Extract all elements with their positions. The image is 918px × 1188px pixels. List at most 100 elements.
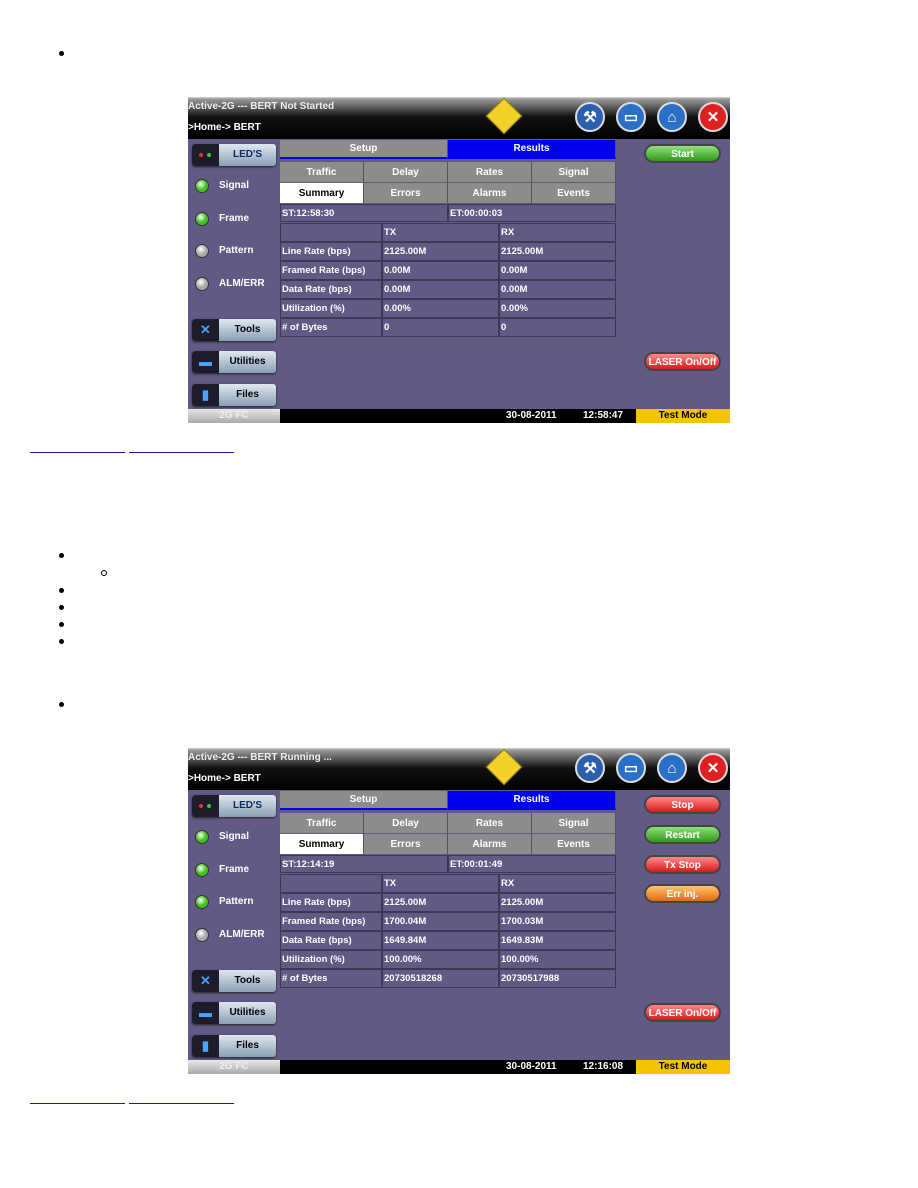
tab-setup[interactable]: Setup xyxy=(280,791,448,810)
table-cell: 0 xyxy=(499,318,616,337)
laser-on-off-button[interactable]: LASER On/Off xyxy=(644,352,721,371)
row-label: Data Rate (bps) xyxy=(280,280,382,299)
status-date: 30-08-2011 xyxy=(506,410,557,421)
led-alm-err xyxy=(195,276,209,291)
link[interactable] xyxy=(129,452,234,453)
utilities-button[interactable]: ▬ Utilities xyxy=(192,1002,276,1024)
tools-button[interactable]: ✕ Tools xyxy=(192,319,276,341)
table-cell: 20730518268 xyxy=(382,969,499,988)
test-mode-indicator: Test Mode xyxy=(636,1060,730,1074)
tool-icon[interactable]: ⚒ xyxy=(575,753,605,783)
led-label: Pattern xyxy=(219,896,254,907)
bullet xyxy=(59,605,64,610)
tools-label: Tools xyxy=(234,975,261,986)
tab-results[interactable]: Results xyxy=(448,140,616,159)
tab-events[interactable]: Events xyxy=(532,183,616,203)
tab-delay[interactable]: Delay xyxy=(364,162,448,182)
tab-results[interactable]: Results xyxy=(448,791,616,810)
restart-button[interactable]: Restart xyxy=(644,825,721,844)
tab-alarms[interactable]: Alarms xyxy=(448,183,532,203)
table-cell: 1700.04M xyxy=(382,912,499,931)
tab-delay[interactable]: Delay xyxy=(364,813,448,833)
leds-button[interactable]: LED'S xyxy=(192,795,276,817)
leds-button[interactable]: LED'S xyxy=(192,144,276,166)
led-pattern xyxy=(195,895,209,909)
row-label: # of Bytes xyxy=(280,969,382,988)
close-icon[interactable]: ✕ xyxy=(698,753,728,783)
table-cell: 1649.84M xyxy=(382,931,499,950)
tool-icon[interactable]: ⚒ xyxy=(575,102,605,132)
tab-summary[interactable]: Summary xyxy=(280,183,364,203)
tab-summary[interactable]: Summary xyxy=(280,834,364,854)
utilities-icon: ▬ xyxy=(192,351,219,373)
status-date: 30-08-2011 xyxy=(506,1061,557,1072)
tab-traffic[interactable]: Traffic xyxy=(280,162,364,182)
tab-alarms[interactable]: Alarms xyxy=(448,834,532,854)
elapsed-time: ET:00:00:03 xyxy=(448,204,616,222)
table-cell: 0 xyxy=(382,318,499,337)
tab-traffic[interactable]: Traffic xyxy=(280,813,364,833)
row-label: Line Rate (bps) xyxy=(280,893,382,912)
laser-on-off-button[interactable]: LASER On/Off xyxy=(644,1003,721,1022)
files-button[interactable]: ▮ Files xyxy=(192,1035,276,1057)
files-icon: ▮ xyxy=(192,384,219,406)
tools-label: Tools xyxy=(234,324,261,335)
led-signal xyxy=(195,830,209,844)
breadcrumb: >Home-> BERT xyxy=(188,122,261,133)
table-cell: 20730517988 xyxy=(499,969,616,988)
row-label: Utilization (%) xyxy=(280,950,382,969)
link[interactable] xyxy=(129,1103,234,1104)
led-label: Pattern xyxy=(219,245,254,256)
tab-rates[interactable]: Rates xyxy=(448,162,532,182)
link[interactable] xyxy=(30,452,125,453)
bullet xyxy=(59,51,64,56)
home-icon[interactable]: ⌂ xyxy=(657,753,687,783)
table-header: RX xyxy=(499,223,616,242)
stop-button[interactable]: Stop xyxy=(644,795,721,814)
tab-events[interactable]: Events xyxy=(532,834,616,854)
utilities-label: Utilities xyxy=(229,356,266,367)
table-cell: 100.00% xyxy=(499,950,616,969)
led-label: ALM/ERR xyxy=(219,277,265,289)
leds-label: LED'S xyxy=(232,149,263,160)
tab-rates[interactable]: Rates xyxy=(448,813,532,833)
tx-stop-button[interactable]: Tx Stop xyxy=(644,855,721,874)
title-bar: Active-2G --- BERT Running ... >Home-> BE… xyxy=(188,748,730,790)
folder-icon[interactable]: ▭ xyxy=(616,753,646,783)
row-label: # of Bytes xyxy=(280,318,382,337)
tab-signal[interactable]: Signal xyxy=(532,813,616,833)
interface-label: 2G FC xyxy=(188,1060,280,1074)
signal-status-icon xyxy=(485,97,523,135)
table-header: TX xyxy=(382,223,499,242)
tab-errors[interactable]: Errors xyxy=(364,834,448,854)
tools-icon: ✕ xyxy=(192,970,219,992)
leds-icon xyxy=(192,795,219,817)
tools-button[interactable]: ✕ Tools xyxy=(192,970,276,992)
bullet xyxy=(59,702,64,707)
bullet xyxy=(59,588,64,593)
table-header: TX xyxy=(382,874,499,893)
table-cell: 0.00M xyxy=(499,280,616,299)
utilities-button[interactable]: ▬ Utilities xyxy=(192,351,276,373)
table-cell: 2125.00M xyxy=(382,242,499,261)
row-label: Line Rate (bps) xyxy=(280,242,382,261)
table-header xyxy=(280,223,382,242)
tab-setup[interactable]: Setup xyxy=(280,140,448,159)
link[interactable] xyxy=(30,1103,125,1104)
table-header xyxy=(280,874,382,893)
table-cell: 0.00M xyxy=(499,261,616,280)
bert-screenshot-running: Active-2G --- BERT Running ... >Home-> BE… xyxy=(188,748,730,1074)
err-inj-button[interactable]: Err inj. xyxy=(644,884,721,903)
led-frame xyxy=(195,211,209,226)
start-button[interactable]: Start xyxy=(644,144,721,163)
files-button[interactable]: ▮ Files xyxy=(192,384,276,406)
row-label: Utilization (%) xyxy=(280,299,382,318)
table-cell: 1649.83M xyxy=(499,931,616,950)
close-icon[interactable]: ✕ xyxy=(698,102,728,132)
tab-signal[interactable]: Signal xyxy=(532,162,616,182)
home-icon[interactable]: ⌂ xyxy=(657,102,687,132)
table-cell: 100.00% xyxy=(382,950,499,969)
folder-icon[interactable]: ▭ xyxy=(616,102,646,132)
tab-errors[interactable]: Errors xyxy=(364,183,448,203)
bullet xyxy=(59,622,64,627)
